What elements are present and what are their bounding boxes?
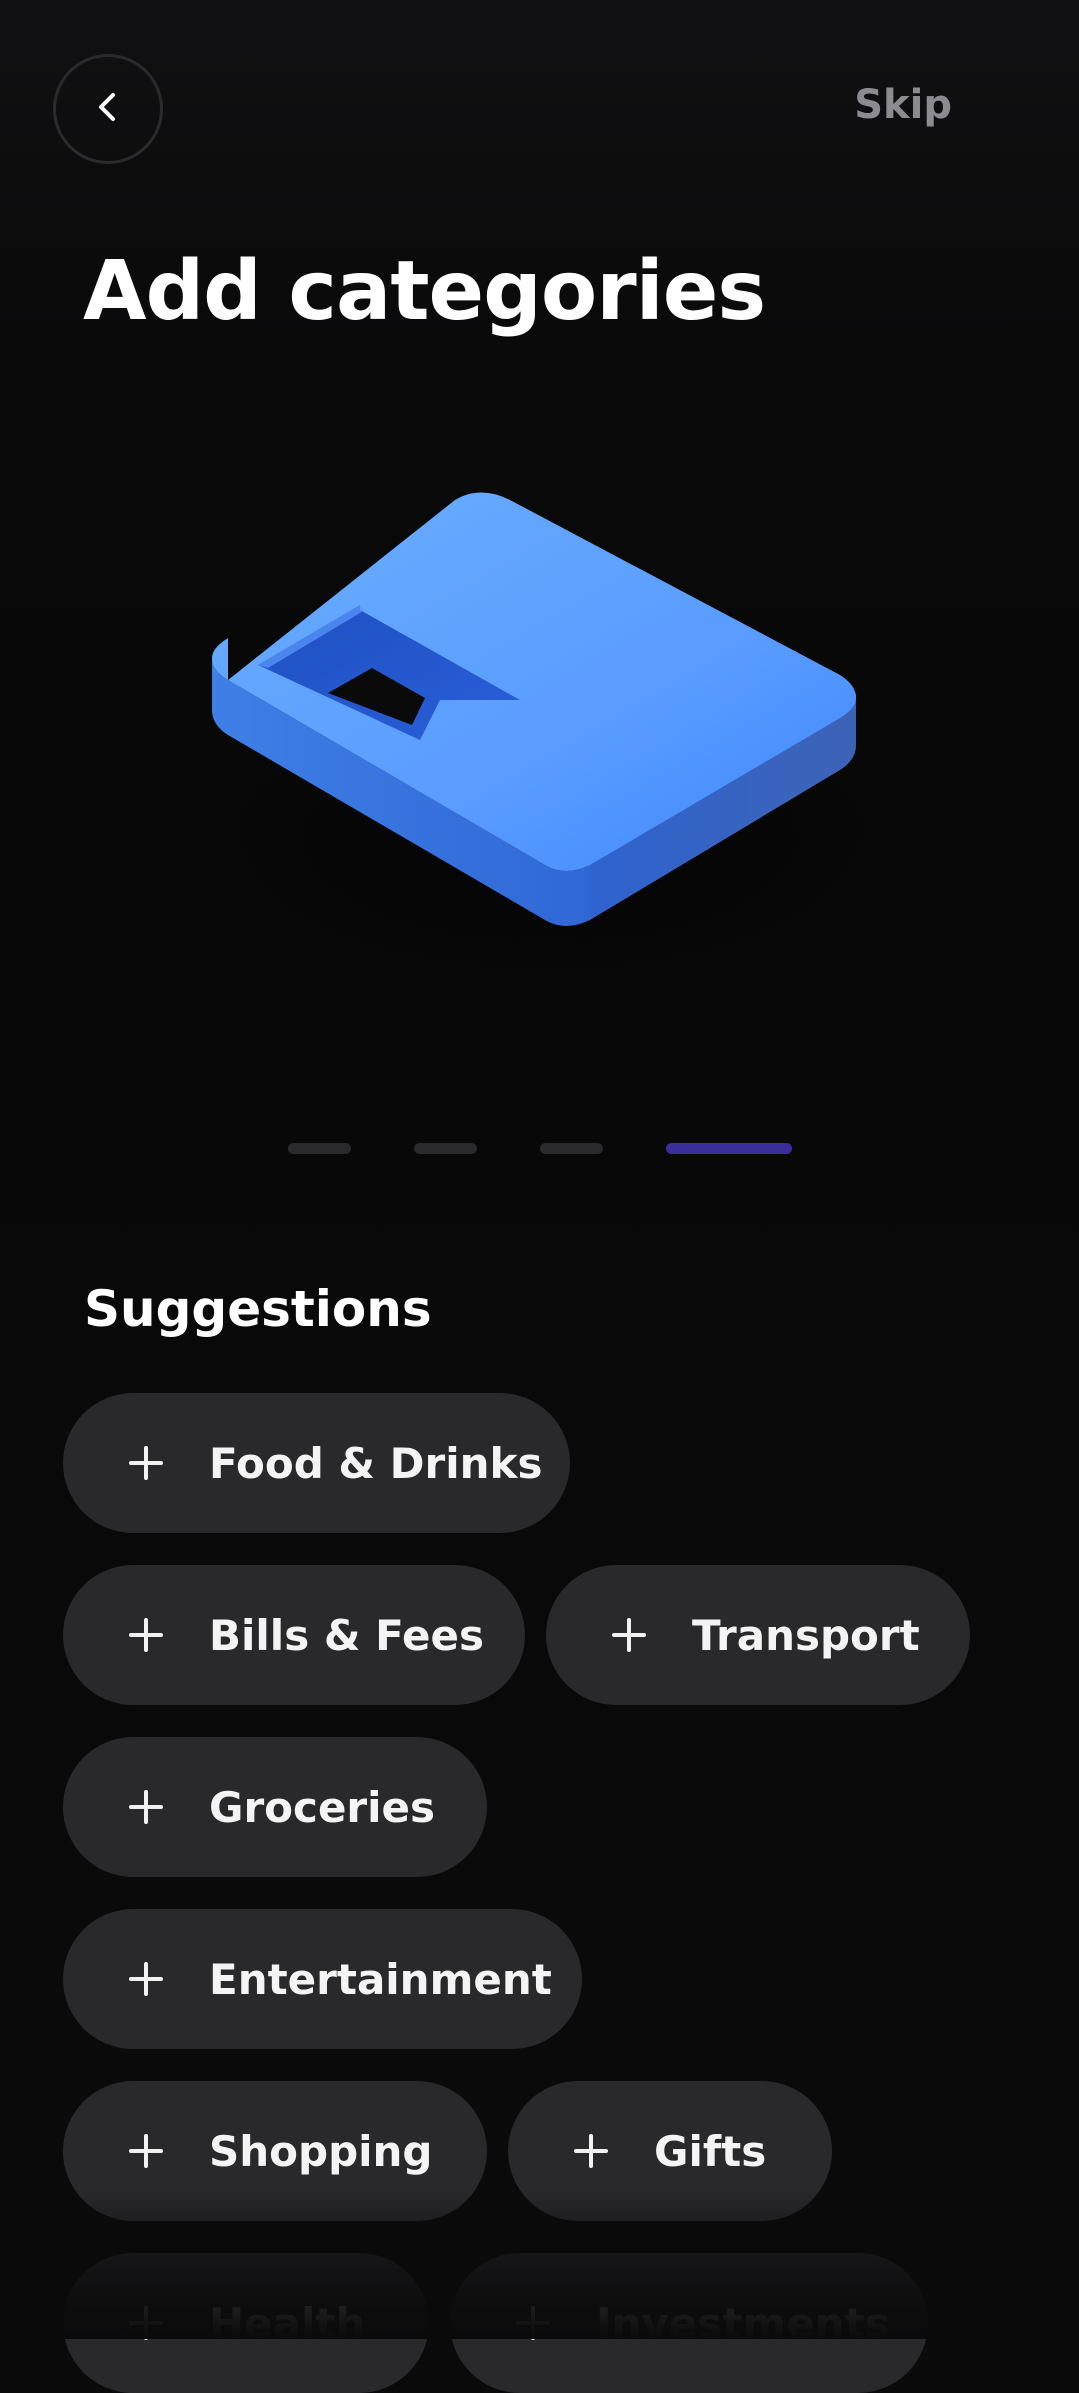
page-dot[interactable] — [540, 1143, 603, 1154]
suggestions-heading: Suggestions — [84, 1280, 432, 1338]
chip-label: Transport — [692, 1610, 920, 1660]
chip-label: Health — [209, 2298, 366, 2348]
plus-icon — [612, 1618, 646, 1652]
plus-icon — [129, 2134, 163, 2168]
suggestion-chip-shopping[interactable]: Shopping — [63, 2081, 487, 2221]
chip-label: Groceries — [209, 1782, 436, 1832]
plus-icon — [129, 1790, 163, 1824]
folder-3d-illustration — [150, 440, 930, 1020]
suggestion-chip-food-drinks[interactable]: Food & Drinks — [63, 1393, 570, 1533]
chip-label: Investments — [596, 2298, 890, 2348]
suggestion-chip-investments[interactable]: Investments — [450, 2253, 928, 2393]
suggestion-chip-groceries[interactable]: Groceries — [63, 1737, 487, 1877]
chip-label: Gifts — [654, 2126, 767, 2176]
chevron-left-icon — [88, 87, 128, 131]
chip-label: Shopping — [209, 2126, 433, 2176]
suggestion-chip-health[interactable]: Health — [63, 2253, 429, 2393]
plus-icon — [129, 1962, 163, 1996]
page-dot-active[interactable] — [666, 1143, 792, 1154]
suggestion-chip-transport[interactable]: Transport — [546, 1565, 970, 1705]
page-title: Add categories — [83, 244, 766, 339]
plus-icon — [129, 1618, 163, 1652]
page-dot[interactable] — [414, 1143, 477, 1154]
plus-icon — [516, 2306, 550, 2340]
page-dot[interactable] — [288, 1143, 351, 1154]
chip-label: Bills & Fees — [209, 1610, 485, 1660]
chip-label: Food & Drinks — [209, 1438, 543, 1488]
skip-button[interactable]: Skip — [854, 82, 952, 128]
pagination — [0, 1143, 1079, 1155]
plus-icon — [129, 2306, 163, 2340]
plus-icon — [129, 1446, 163, 1480]
suggestion-chip-gifts[interactable]: Gifts — [508, 2081, 832, 2221]
suggestion-chip-bills-fees[interactable]: Bills & Fees — [63, 1565, 525, 1705]
suggestion-chip-entertainment[interactable]: Entertainment — [63, 1909, 582, 2049]
back-button[interactable] — [53, 54, 163, 164]
plus-icon — [574, 2134, 608, 2168]
chip-label: Entertainment — [209, 1954, 552, 2004]
folder-3d-icon — [190, 492, 910, 990]
